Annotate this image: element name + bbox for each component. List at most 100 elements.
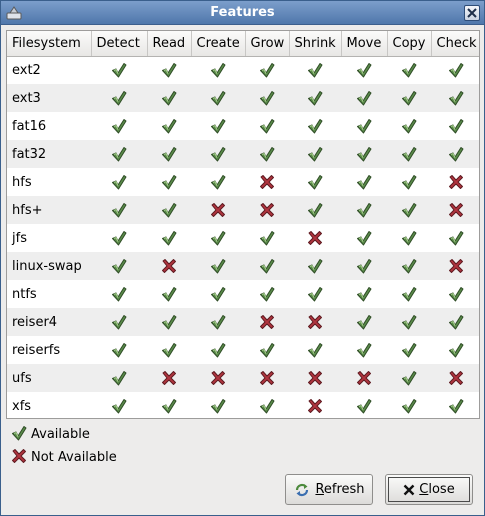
close-button[interactable]: Close	[385, 474, 473, 505]
check-icon	[147, 280, 191, 308]
refresh-button[interactable]: Refresh	[285, 474, 373, 505]
filesystem-name: ufs	[7, 364, 91, 392]
table-row[interactable]: fat16	[7, 112, 479, 140]
table-row[interactable]: ext3	[7, 84, 479, 112]
check-icon	[387, 364, 431, 392]
check-icon	[387, 112, 431, 140]
cross-icon	[191, 364, 245, 392]
check-icon	[91, 168, 147, 196]
check-icon	[289, 280, 341, 308]
check-icon	[191, 112, 245, 140]
cross-icon	[341, 364, 387, 392]
check-icon	[341, 224, 387, 252]
table-row[interactable]: hfs+	[7, 196, 479, 224]
column-header-copy[interactable]: Copy	[387, 31, 432, 57]
check-icon	[289, 140, 341, 168]
legend-available-label: Available	[31, 427, 90, 442]
table-row[interactable]: linux-swap	[7, 252, 479, 280]
column-header-read[interactable]: Read	[147, 31, 192, 57]
table-row[interactable]: ext2	[7, 56, 479, 84]
check-icon	[341, 56, 387, 84]
filesystem-name: reiser4	[7, 308, 91, 336]
check-icon	[431, 392, 479, 418]
cross-icon	[147, 252, 191, 280]
legend-available: Available	[11, 423, 117, 446]
filesystem-name: fat16	[7, 112, 91, 140]
close-label: Close	[419, 482, 455, 497]
cross-icon	[289, 308, 341, 336]
table-row[interactable]: fat32	[7, 140, 479, 168]
column-header-filesystem[interactable]: Filesystem	[7, 31, 92, 57]
filesystem-name: hfs+	[7, 196, 91, 224]
filesystem-name: ntfs	[7, 280, 91, 308]
cross-icon	[245, 196, 289, 224]
check-icon	[191, 168, 245, 196]
check-icon	[387, 308, 431, 336]
check-icon	[341, 336, 387, 364]
close-icon	[403, 484, 415, 496]
filesystem-name: ext3	[7, 84, 91, 112]
check-icon	[245, 336, 289, 364]
filesystem-name: hfs	[7, 168, 91, 196]
check-icon	[91, 56, 147, 84]
check-icon	[147, 196, 191, 224]
title-bar[interactable]: Features	[1, 1, 484, 25]
cross-icon	[191, 196, 245, 224]
check-icon	[91, 252, 147, 280]
cross-icon	[11, 448, 31, 468]
check-icon	[387, 84, 431, 112]
check-icon	[341, 84, 387, 112]
check-icon	[245, 112, 289, 140]
check-icon	[245, 280, 289, 308]
check-icon	[191, 224, 245, 252]
window-close-button[interactable]	[464, 5, 480, 21]
check-icon	[91, 84, 147, 112]
table-row[interactable]: jfs	[7, 224, 479, 252]
table-row[interactable]: hfs	[7, 168, 479, 196]
check-icon	[431, 56, 479, 84]
cross-icon	[431, 364, 479, 392]
check-icon	[341, 308, 387, 336]
check-icon	[245, 84, 289, 112]
legend-not-available: Not Available	[11, 446, 117, 469]
check-icon	[245, 252, 289, 280]
check-icon	[11, 425, 31, 445]
check-icon	[147, 84, 191, 112]
check-icon	[147, 112, 191, 140]
check-icon	[91, 392, 147, 418]
check-icon	[91, 336, 147, 364]
features-table[interactable]: Filesystem Detect Read Create Grow Shrink Move…	[6, 30, 480, 419]
table-row[interactable]: reiserfs	[7, 336, 479, 364]
check-icon	[387, 336, 431, 364]
filesystem-name: xfs	[7, 392, 91, 418]
column-header-detect[interactable]: Detect	[91, 31, 148, 57]
column-header-check[interactable]: Check	[431, 31, 479, 57]
check-icon	[431, 336, 479, 364]
column-header-shrink[interactable]: Shrink	[289, 31, 342, 57]
check-icon	[341, 392, 387, 418]
table-row[interactable]: reiser4	[7, 308, 479, 336]
check-icon	[191, 56, 245, 84]
cross-icon	[431, 252, 479, 280]
column-header-move[interactable]: Move	[341, 31, 388, 57]
table-row[interactable]: xfs	[7, 392, 479, 418]
column-header-grow[interactable]: Grow	[245, 31, 290, 57]
refresh-icon	[293, 481, 311, 499]
column-header-create[interactable]: Create	[191, 31, 246, 57]
cross-icon	[289, 364, 341, 392]
check-icon	[191, 252, 245, 280]
table-row[interactable]: ufs	[7, 364, 479, 392]
table-row[interactable]: ntfs	[7, 280, 479, 308]
check-icon	[289, 252, 341, 280]
check-icon	[289, 56, 341, 84]
check-icon	[191, 336, 245, 364]
check-icon	[289, 336, 341, 364]
check-icon	[91, 224, 147, 252]
check-icon	[431, 84, 479, 112]
check-icon	[191, 84, 245, 112]
check-icon	[289, 168, 341, 196]
check-icon	[289, 112, 341, 140]
check-icon	[245, 224, 289, 252]
check-icon	[245, 56, 289, 84]
check-icon	[245, 140, 289, 168]
